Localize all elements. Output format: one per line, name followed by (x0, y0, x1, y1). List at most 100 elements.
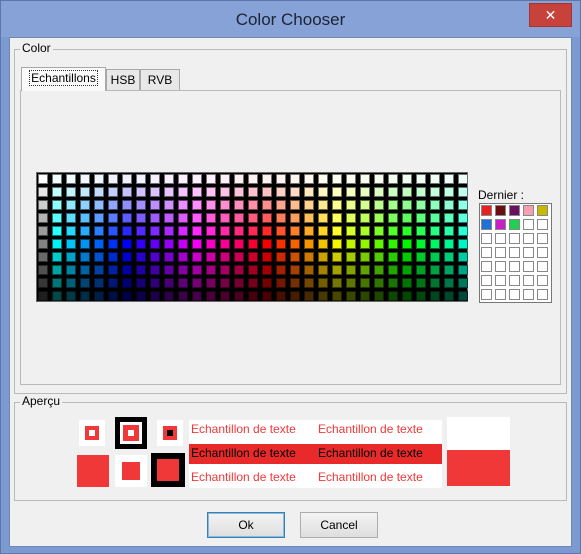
recent-swatch[interactable] (537, 205, 548, 216)
palette-swatch[interactable] (374, 213, 384, 223)
palette-swatch[interactable] (374, 200, 384, 210)
palette-swatch[interactable] (52, 187, 62, 197)
palette-swatch[interactable] (276, 226, 286, 236)
palette-swatch[interactable] (66, 200, 76, 210)
palette-swatch[interactable] (360, 278, 370, 288)
palette-swatch[interactable] (94, 239, 104, 249)
recent-swatch[interactable] (537, 289, 548, 300)
palette-swatch[interactable] (402, 265, 412, 275)
palette-swatch[interactable] (52, 174, 62, 184)
palette-swatch[interactable] (122, 291, 132, 301)
palette-swatch[interactable] (122, 239, 132, 249)
palette-swatch[interactable] (276, 291, 286, 301)
palette-swatch[interactable] (290, 213, 300, 223)
palette-swatch[interactable] (52, 239, 62, 249)
palette-swatch[interactable] (248, 252, 258, 262)
recent-swatch[interactable] (495, 275, 506, 286)
palette-swatch[interactable] (66, 278, 76, 288)
palette-swatch[interactable] (248, 265, 258, 275)
palette-swatch[interactable] (276, 252, 286, 262)
palette-swatch[interactable] (178, 239, 188, 249)
palette-swatch[interactable] (290, 226, 300, 236)
palette-swatch[interactable] (234, 291, 244, 301)
palette-swatch[interactable] (388, 252, 398, 262)
palette-swatch[interactable] (220, 200, 230, 210)
palette-swatch[interactable] (444, 187, 454, 197)
palette-swatch[interactable] (374, 278, 384, 288)
palette-swatch[interactable] (262, 278, 272, 288)
palette-swatch[interactable] (164, 265, 174, 275)
palette-swatch[interactable] (346, 200, 356, 210)
palette-swatch[interactable] (458, 239, 468, 249)
palette-swatch[interactable] (360, 213, 370, 223)
palette-swatch[interactable] (332, 265, 342, 275)
palette-swatch[interactable] (318, 213, 328, 223)
recent-swatch[interactable] (523, 275, 534, 286)
close-button[interactable]: ✕ (529, 3, 572, 27)
palette-swatch[interactable] (206, 239, 216, 249)
palette-swatch[interactable] (38, 187, 48, 197)
palette-swatch[interactable] (206, 200, 216, 210)
palette-swatch[interactable] (304, 226, 314, 236)
palette-swatch[interactable] (346, 213, 356, 223)
palette-swatch[interactable] (234, 200, 244, 210)
palette-swatch[interactable] (66, 226, 76, 236)
palette-swatch[interactable] (178, 174, 188, 184)
palette-swatch[interactable] (80, 252, 90, 262)
palette-swatch[interactable] (318, 291, 328, 301)
palette-swatch[interactable] (122, 252, 132, 262)
palette-swatch[interactable] (290, 265, 300, 275)
palette-swatch[interactable] (332, 291, 342, 301)
palette-swatch[interactable] (234, 239, 244, 249)
palette-swatch[interactable] (38, 239, 48, 249)
palette-swatch[interactable] (374, 226, 384, 236)
palette-swatch[interactable] (150, 265, 160, 275)
palette-swatch[interactable] (206, 265, 216, 275)
palette-swatch[interactable] (276, 278, 286, 288)
palette-swatch[interactable] (206, 213, 216, 223)
palette-swatch[interactable] (52, 278, 62, 288)
palette-swatch[interactable] (332, 226, 342, 236)
palette-swatch[interactable] (388, 291, 398, 301)
palette-swatch[interactable] (402, 187, 412, 197)
palette-swatch[interactable] (234, 213, 244, 223)
palette-swatch[interactable] (234, 226, 244, 236)
palette-swatch[interactable] (150, 174, 160, 184)
palette-swatch[interactable] (122, 213, 132, 223)
palette-swatch[interactable] (458, 226, 468, 236)
palette-swatch[interactable] (430, 200, 440, 210)
palette-swatch[interactable] (262, 213, 272, 223)
palette-swatch[interactable] (192, 200, 202, 210)
palette-swatch[interactable] (94, 213, 104, 223)
palette-swatch[interactable] (318, 200, 328, 210)
palette-swatch[interactable] (360, 252, 370, 262)
palette-swatch[interactable] (346, 187, 356, 197)
palette-swatch[interactable] (192, 213, 202, 223)
palette-swatch[interactable] (178, 252, 188, 262)
palette-swatch[interactable] (374, 187, 384, 197)
palette-swatch[interactable] (444, 252, 454, 262)
palette-swatch[interactable] (402, 226, 412, 236)
palette-swatch[interactable] (458, 174, 468, 184)
palette-swatch[interactable] (262, 200, 272, 210)
palette-swatch[interactable] (416, 213, 426, 223)
palette-swatch[interactable] (248, 226, 258, 236)
palette-swatch[interactable] (178, 187, 188, 197)
palette-swatch[interactable] (290, 291, 300, 301)
palette-swatch[interactable] (248, 174, 258, 184)
recent-swatch[interactable] (509, 205, 520, 216)
palette-swatch[interactable] (346, 278, 356, 288)
palette-swatch[interactable] (318, 226, 328, 236)
palette-swatch[interactable] (164, 252, 174, 262)
palette-swatch[interactable] (332, 252, 342, 262)
tab-rvb[interactable]: RVB (140, 69, 180, 90)
palette-swatch[interactable] (206, 174, 216, 184)
recent-swatch[interactable] (537, 233, 548, 244)
palette-swatch[interactable] (38, 213, 48, 223)
recent-swatch[interactable] (537, 247, 548, 258)
palette-swatch[interactable] (150, 200, 160, 210)
recent-swatch[interactable] (481, 261, 492, 272)
palette-swatch[interactable] (276, 187, 286, 197)
recent-swatch[interactable] (523, 289, 534, 300)
palette-swatch[interactable] (178, 291, 188, 301)
